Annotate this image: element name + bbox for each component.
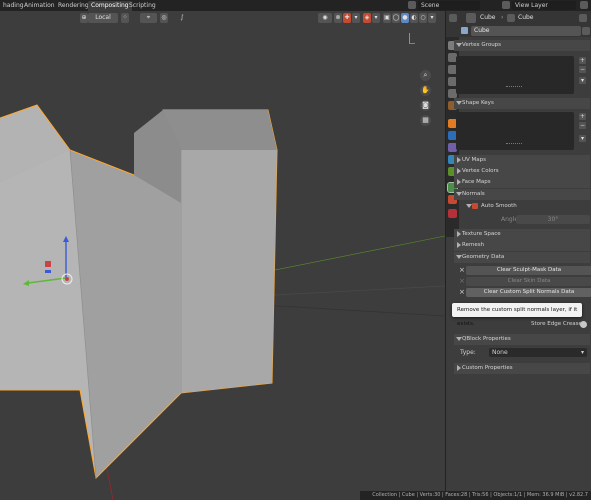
editor-type-icon[interactable] [449, 14, 457, 22]
viewport-header: ⊕ Local ⁘ ⌖ ◎ ∫ ◉ ⊗ ✚ ▾ ◈ ▾ ▣ ◯ ● ◐ ○ ▾ [0, 11, 445, 25]
gizmo-toggle-icon[interactable]: ⊗ [334, 13, 342, 23]
gizmo-axis-z [409, 43, 415, 44]
scene-icon[interactable] [408, 1, 416, 9]
vertex-groups-list[interactable] [456, 56, 574, 94]
mesh-name[interactable]: Cube [518, 13, 534, 23]
clear-sculpt-mask-button[interactable]: Clear Sculpt-Mask Data [466, 266, 591, 275]
type-label: Type: [460, 349, 476, 356]
panel-qblock[interactable]: QBlock Properties [454, 334, 590, 345]
xray-icon[interactable]: ▣ [383, 13, 391, 23]
panel-geometry-data[interactable]: Geometry Data [454, 252, 590, 263]
tab-rendering[interactable]: Rendering [55, 1, 92, 11]
vertex-group-specials-button[interactable]: ▾ [579, 77, 586, 84]
panel-auto-smooth[interactable]: Auto Smooth [464, 201, 590, 212]
store-edge-crease-checkbox[interactable] [580, 321, 587, 328]
panel-remesh[interactable]: Remesh [454, 240, 590, 251]
add-vertex-group-button[interactable]: + [579, 57, 586, 64]
gizmo-plane[interactable] [45, 270, 51, 273]
datablock-row: Cube [446, 25, 591, 37]
copy-icon[interactable] [580, 1, 588, 9]
top-bar: hading Animation Rendering Compositing S… [0, 0, 591, 11]
visibility-icon[interactable]: ◉ [318, 13, 332, 23]
object-icon [466, 13, 476, 23]
tab-animation[interactable]: Animation [21, 1, 58, 11]
tooltip: Remove the custom split normals layer, i… [452, 303, 582, 327]
remove-vertex-group-button[interactable]: − [579, 66, 586, 73]
gizmo-axis-y [409, 33, 410, 43]
panel-custom-properties[interactable]: Custom Properties [454, 363, 590, 374]
panel-texture-space[interactable]: Texture Space [454, 229, 590, 240]
grid-icon[interactable]: ▦ [420, 115, 431, 126]
view-layer-icon[interactable] [502, 1, 510, 9]
orientation-dropdown[interactable]: Local [88, 13, 118, 23]
falloff-icon[interactable]: ∫ [178, 13, 186, 23]
mesh-icon [507, 14, 515, 22]
remove-shape-key-button[interactable]: − [579, 122, 586, 129]
angle-field[interactable]: 30° [516, 215, 590, 224]
panel-face-maps[interactable]: Face Maps [454, 177, 590, 188]
clear-custom-normals-icon: × [459, 288, 465, 296]
type-dropdown[interactable]: None ▾ [489, 348, 587, 357]
gizmo-red-icon[interactable]: ✚ [343, 13, 351, 23]
list-resize-handle[interactable] [506, 143, 522, 145]
overlay-icon[interactable]: ◈ [363, 13, 371, 23]
pin-icon[interactable] [579, 14, 587, 22]
3d-cursor-center [65, 277, 69, 281]
proportional-icon[interactable]: ◎ [160, 13, 168, 23]
panel-vertex-colors[interactable]: Vertex Colors [454, 166, 590, 177]
camera-icon[interactable]: ◙ [420, 100, 431, 111]
wireframe-shading-icon[interactable]: ◯ [392, 13, 400, 23]
3d-viewport[interactable]: ⊕ Local ⁘ ⌖ ◎ ∫ ◉ ⊗ ✚ ▾ ◈ ▾ ▣ ◯ ● ◐ ○ ▾ … [0, 11, 445, 500]
object-name[interactable]: Cube [480, 13, 496, 23]
store-edge-crease-label: Store Edge Crease [531, 321, 582, 327]
datablock-name-field[interactable]: Cube [471, 26, 581, 36]
mesh-top-face [163, 110, 277, 150]
rendered-shading-icon[interactable]: ○ [419, 13, 427, 23]
view-layer-field[interactable]: View Layer [512, 1, 576, 10]
panel-vertex-groups[interactable]: Vertex Groups [454, 40, 590, 51]
properties-header: Cube › Cube [446, 11, 591, 25]
material-shading-icon[interactable]: ◐ [410, 13, 418, 23]
clear-skin-data-button[interactable]: Clear Skin Data [466, 277, 591, 286]
auto-smooth-checkbox[interactable] [472, 203, 478, 209]
chevron-down-icon: ▾ [580, 349, 584, 356]
shield-icon[interactable] [582, 27, 590, 35]
panel-shape-keys[interactable]: Shape Keys [454, 98, 590, 109]
gizmo-x-plane[interactable] [45, 261, 51, 267]
overlay-dropdown-icon[interactable]: ▾ [372, 13, 380, 23]
viewport-scene [0, 104, 445, 500]
auto-smooth-label: Auto Smooth [481, 203, 517, 209]
type-dropdown-value: None [492, 349, 508, 356]
clear-custom-normals-button[interactable]: Clear Custom Split Normals Data [466, 288, 591, 297]
list-resize-handle[interactable] [506, 86, 522, 88]
y-axis-line [249, 235, 445, 276]
panel-uv-maps[interactable]: UV Maps [454, 155, 590, 166]
panel-normals[interactable]: Normals [454, 189, 590, 200]
hand-icon[interactable]: ✋ [420, 85, 431, 96]
zoom-icon[interactable]: ⌕ [420, 70, 431, 81]
shape-key-specials-button[interactable]: ▾ [579, 135, 586, 142]
status-text: Collection | Cube | Verts:30 | Faces:28 … [372, 492, 588, 498]
pivot-icon[interactable]: ⁘ [121, 13, 129, 23]
breadcrumb-separator: › [501, 14, 504, 21]
add-shape-key-button[interactable]: + [579, 113, 586, 120]
properties-editor: Cube › Cube Cube Vertex Groups + − ▾ Sha… [445, 11, 591, 500]
texture-icon[interactable] [448, 209, 457, 218]
shading-dropdown-icon[interactable]: ▾ [428, 13, 436, 23]
clear-skin-icon: × [459, 277, 465, 285]
snap-icon[interactable]: ⌖ [140, 13, 157, 23]
axis-gizmo[interactable] [404, 33, 416, 47]
orientation-icon[interactable]: ⊕ [80, 13, 88, 23]
solid-shading-icon[interactable]: ● [401, 13, 409, 23]
tab-scripting[interactable]: Scripting [126, 1, 159, 11]
mesh-data-icon [461, 27, 468, 34]
status-bar: Collection | Cube | Verts:30 | Faces:28 … [372, 491, 591, 500]
scene-field[interactable]: Scene [418, 1, 480, 10]
gizmo-dropdown-icon[interactable]: ▾ [352, 13, 360, 23]
clear-sculpt-icon: × [459, 266, 465, 274]
mesh-front-face [181, 150, 277, 393]
